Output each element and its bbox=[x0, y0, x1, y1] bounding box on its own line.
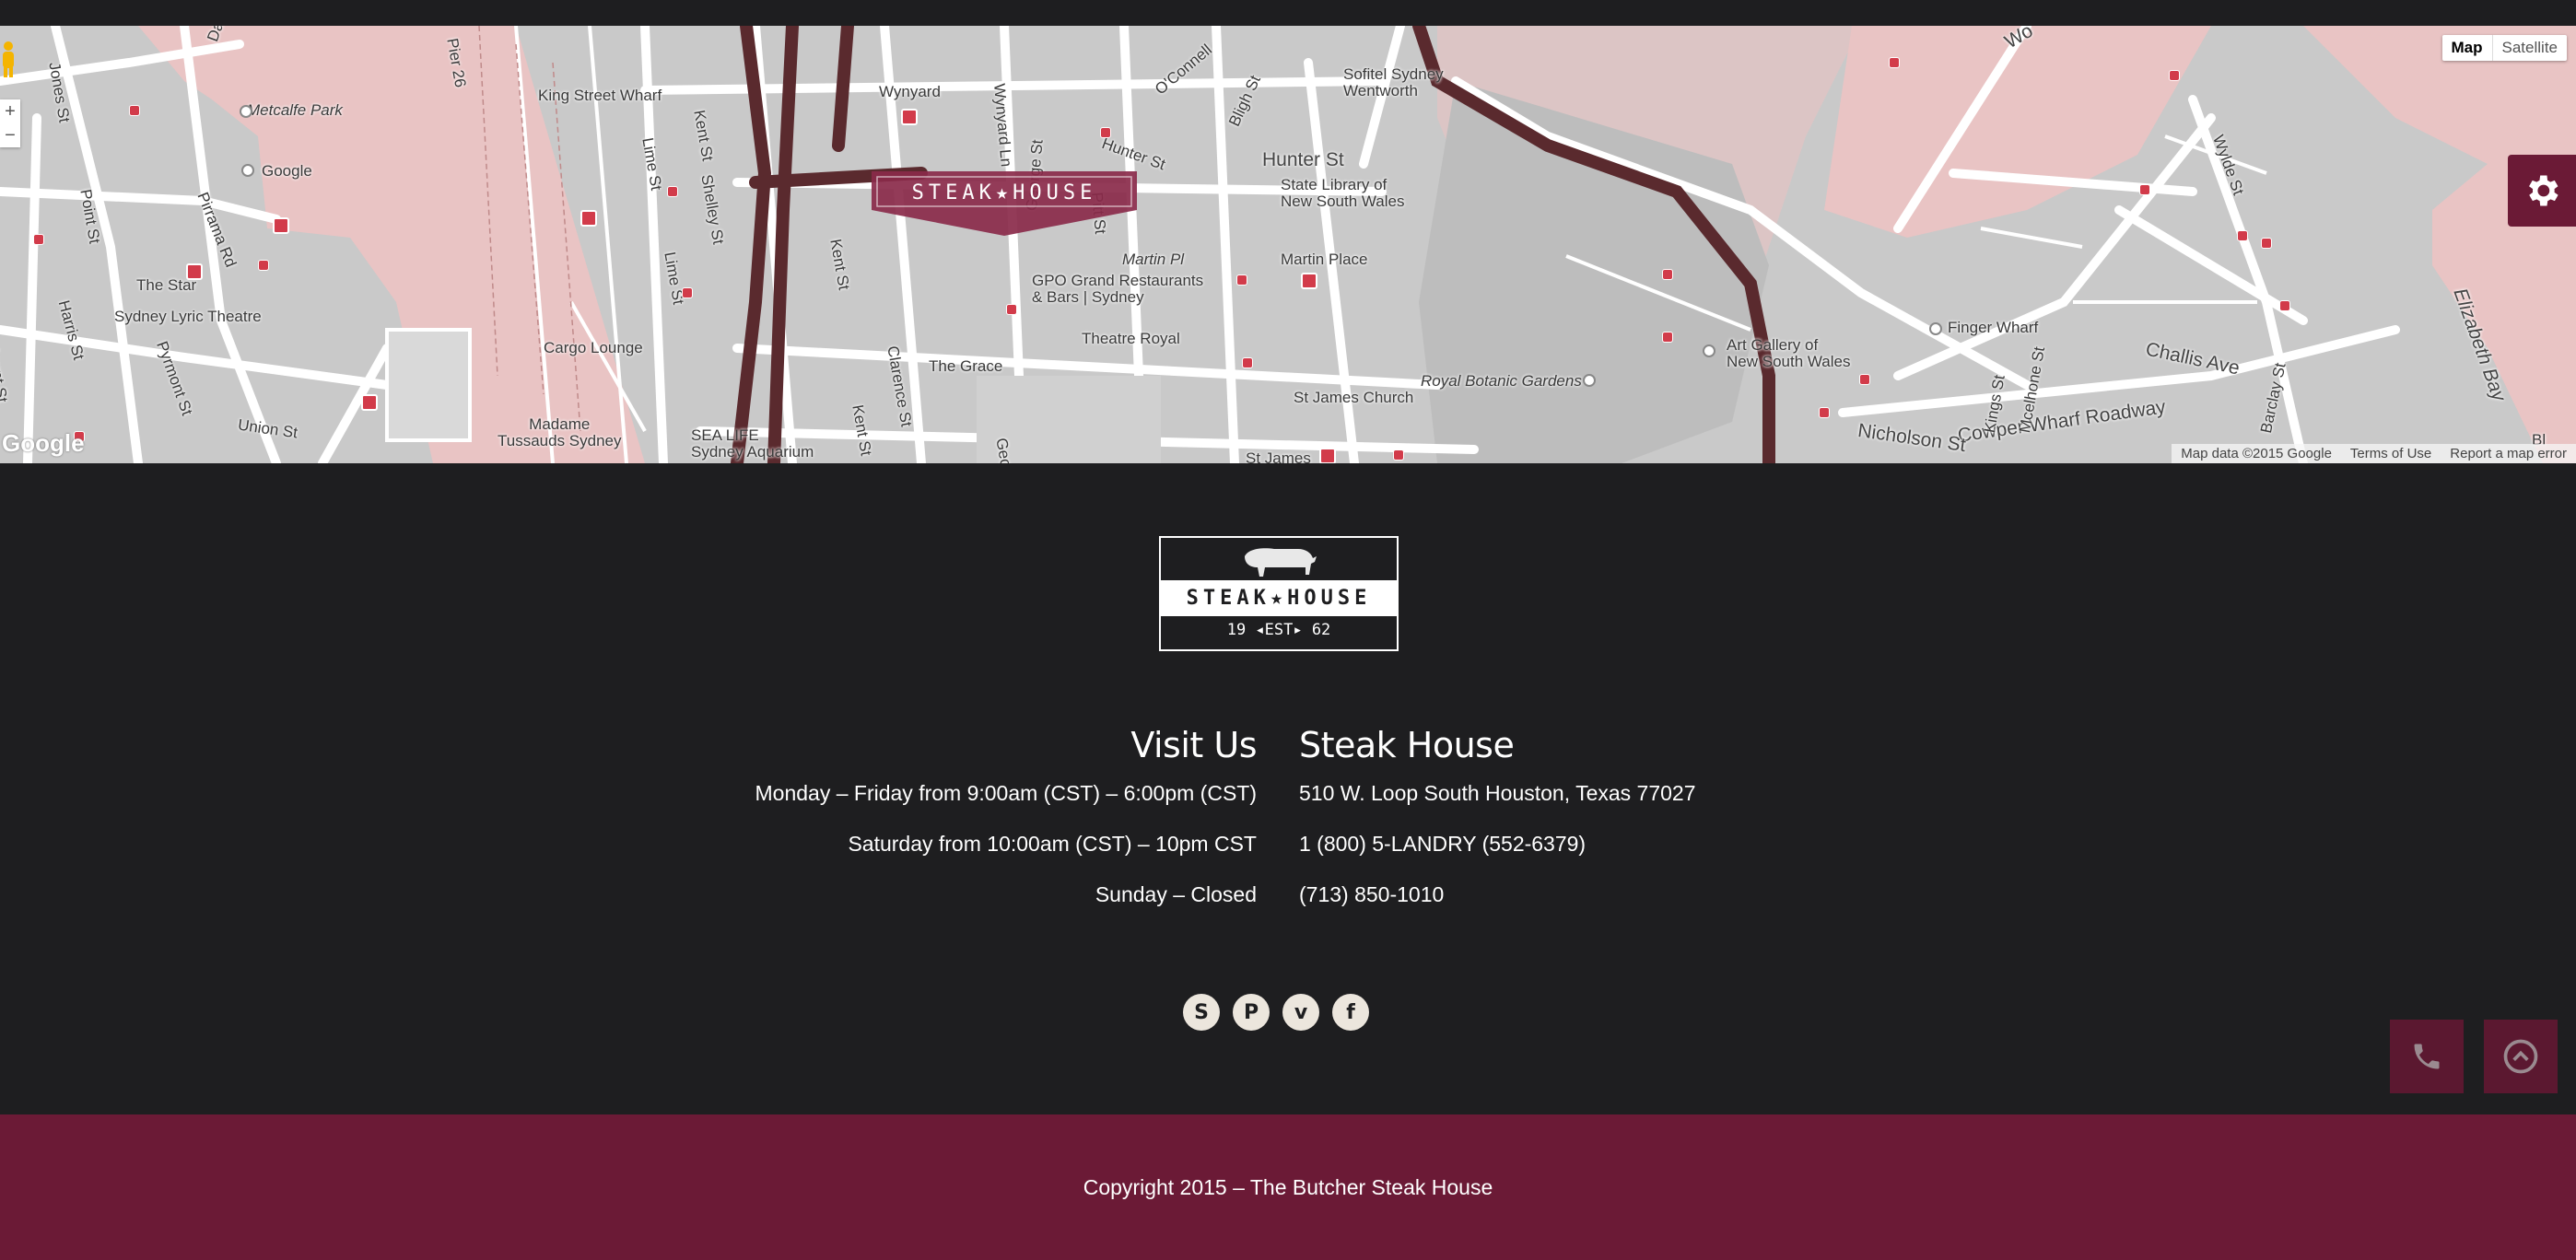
settings-button[interactable] bbox=[2508, 155, 2576, 227]
bus-stop-icon[interactable] bbox=[1100, 127, 1111, 138]
map-type-satellite-button[interactable]: Satellite bbox=[2493, 35, 2567, 61]
map-label-the-grace: The Grace bbox=[929, 357, 1003, 375]
bus-stop-icon[interactable] bbox=[1662, 332, 1673, 343]
steakhouse-map-marker[interactable]: STEAK★HOUSE bbox=[872, 171, 1137, 236]
zoom-controls: + − bbox=[0, 99, 20, 147]
map-label-lyric: Sydney Lyric Theatre bbox=[114, 308, 262, 325]
bus-stop-icon[interactable] bbox=[1006, 304, 1017, 315]
map-label-google: Google bbox=[262, 162, 312, 180]
map-label-metcalfe: Metcalfe Park bbox=[247, 101, 343, 119]
gear-icon bbox=[2529, 175, 2558, 206]
social-links: S P v f bbox=[1183, 994, 1369, 1031]
site-footer: STEAK★HOUSE 19 ◂EST▸ 62 Visit Us Monday … bbox=[0, 463, 2576, 1114]
visit-us-heading: Visit Us bbox=[1130, 725, 1257, 765]
copyright-text: Copyright 2015 – The Butcher Steak House bbox=[1083, 1174, 1493, 1199]
hours-saturday: Saturday from 10:00am (CST) – 10pm CST bbox=[848, 832, 1257, 856]
bus-stop-icon[interactable] bbox=[129, 105, 140, 116]
map-label-cargo: Cargo Lounge bbox=[544, 339, 643, 356]
report-map-error-link[interactable]: Report a map error bbox=[2441, 444, 2576, 463]
footer-logo-est: 19 ◂EST▸ 62 bbox=[1226, 621, 1331, 639]
map-marker-text: STEAK★HOUSE bbox=[912, 181, 1097, 204]
bus-stop-icon[interactable] bbox=[258, 260, 269, 271]
map-label-art-gallery: Art Gallery of New South Wales bbox=[1727, 336, 1851, 370]
map-label-sealife: SEA LIFE Sydney Aquarium bbox=[691, 426, 814, 461]
bus-stop-icon[interactable] bbox=[2237, 230, 2248, 241]
footer-logo-name: STEAK★HOUSE bbox=[1161, 580, 1397, 616]
park-icon[interactable] bbox=[240, 105, 252, 118]
bus-stop-icon[interactable] bbox=[33, 234, 44, 245]
map-label-martin-pl: Martin Pl bbox=[1122, 251, 1185, 268]
facebook-icon[interactable]: f bbox=[1332, 994, 1369, 1031]
bus-stop-icon[interactable] bbox=[1393, 449, 1404, 461]
map-label-hunter-st: Hunter St bbox=[1262, 149, 1344, 170]
bus-stop-icon[interactable] bbox=[1242, 357, 1253, 368]
poi-icon[interactable] bbox=[361, 394, 378, 411]
map-label-gpo: GPO Grand Restaurants & Bars | Sydney bbox=[1032, 272, 1204, 306]
map-label-king-wharf: King Street Wharf bbox=[538, 87, 662, 104]
vimeo-icon[interactable]: v bbox=[1282, 994, 1319, 1031]
bus-stop-icon[interactable] bbox=[1819, 407, 1830, 418]
bus-stop-icon[interactable] bbox=[2139, 184, 2150, 195]
cow-icon bbox=[1245, 548, 1317, 577]
map-attribution: Map data ©2015 Google Terms of Use Repor… bbox=[2172, 444, 2576, 463]
map-label-royal-botanic: Royal Botanic Gardens bbox=[1421, 372, 1582, 390]
zoom-in-button[interactable]: + bbox=[0, 99, 20, 123]
map-base-layer bbox=[0, 26, 2576, 463]
map-label-state-library: State Library of New South Wales bbox=[1281, 176, 1405, 210]
bus-stop-icon[interactable] bbox=[2261, 238, 2272, 249]
terms-of-use-link[interactable]: Terms of Use bbox=[2341, 444, 2441, 463]
map-data-credit: Map data ©2015 Google bbox=[2181, 446, 2332, 461]
map-label-theatre-royal: Theatre Royal bbox=[1082, 330, 1180, 347]
top-bar bbox=[0, 0, 2576, 26]
hours-sunday: Sunday – Closed bbox=[1095, 882, 1257, 906]
train-station-icon[interactable] bbox=[901, 109, 918, 125]
skype-icon[interactable]: S bbox=[1183, 994, 1220, 1031]
bus-stop-icon[interactable] bbox=[667, 186, 678, 197]
bus-stop-icon[interactable] bbox=[2169, 70, 2180, 81]
train-station-icon[interactable] bbox=[1319, 448, 1336, 463]
address: 510 W. Loop South Houston, Texas 77027 bbox=[1299, 781, 1696, 805]
pinterest-icon[interactable]: P bbox=[1233, 994, 1270, 1031]
contact-heading: Steak House bbox=[1299, 725, 1515, 765]
phone-local[interactable]: (713) 850-1010 bbox=[1299, 869, 1696, 920]
bus-stop-icon[interactable] bbox=[1662, 269, 1673, 280]
phone-tollfree[interactable]: 1 (800) 5-LANDRY (552-6379) bbox=[1299, 819, 1696, 869]
poi-icon[interactable] bbox=[273, 217, 289, 234]
map-type-toggle: Map Satellite bbox=[2441, 35, 2567, 61]
contact-column: Steak House 510 W. Loop South Houston, T… bbox=[1299, 722, 1696, 920]
poi-icon[interactable] bbox=[186, 263, 203, 280]
back-to-top-button[interactable] bbox=[2484, 1020, 2558, 1093]
map-type-map-button[interactable]: Map bbox=[2442, 35, 2493, 61]
copyright-bar: Copyright 2015 – The Butcher Steak House bbox=[0, 1114, 2576, 1260]
location-map[interactable]: Metcalfe Park Google King Street Wharf W… bbox=[0, 26, 2576, 463]
visit-us-column: Visit Us Monday – Friday from 9:00am (CS… bbox=[755, 722, 1258, 920]
footer-logo[interactable]: STEAK★HOUSE 19 ◂EST▸ 62 bbox=[1159, 536, 1399, 651]
train-station-icon[interactable] bbox=[1301, 273, 1317, 289]
hours-weekday: Monday – Friday from 9:00am (CST) – 6:00… bbox=[755, 781, 1258, 805]
bus-stop-icon[interactable] bbox=[1236, 274, 1247, 286]
map-label-st-james: St James bbox=[1246, 449, 1311, 463]
phone-icon bbox=[2414, 1044, 2440, 1069]
poi-icon[interactable] bbox=[580, 210, 597, 227]
call-button[interactable] bbox=[2390, 1020, 2464, 1093]
chevron-up-circle-icon bbox=[2503, 1039, 2538, 1074]
bus-stop-icon[interactable] bbox=[2279, 300, 2290, 311]
map-label-sofitel: Sofitel Sydney Wentworth bbox=[1343, 65, 1444, 99]
bus-stop-icon[interactable] bbox=[1859, 374, 1870, 385]
zoom-out-button[interactable]: − bbox=[0, 123, 20, 147]
place-icon[interactable] bbox=[241, 164, 254, 177]
map-label-madame: Madame Tussauds Sydney bbox=[498, 415, 622, 449]
museum-icon[interactable] bbox=[1703, 344, 1715, 357]
garden-icon[interactable] bbox=[1583, 374, 1596, 387]
google-logo: Google bbox=[2, 429, 85, 457]
place-icon[interactable] bbox=[1929, 322, 1942, 335]
bus-stop-icon[interactable] bbox=[682, 287, 693, 298]
map-label-wynyard: Wynyard bbox=[879, 83, 941, 100]
street-view-pegman-icon[interactable] bbox=[0, 37, 17, 81]
map-label-st-james-church: St James Church bbox=[1294, 389, 1414, 406]
map-label-finger-wharf: Finger Wharf bbox=[1948, 319, 2039, 336]
bus-stop-icon[interactable] bbox=[1889, 57, 1900, 68]
map-label-martin-place: Martin Place bbox=[1281, 251, 1368, 268]
